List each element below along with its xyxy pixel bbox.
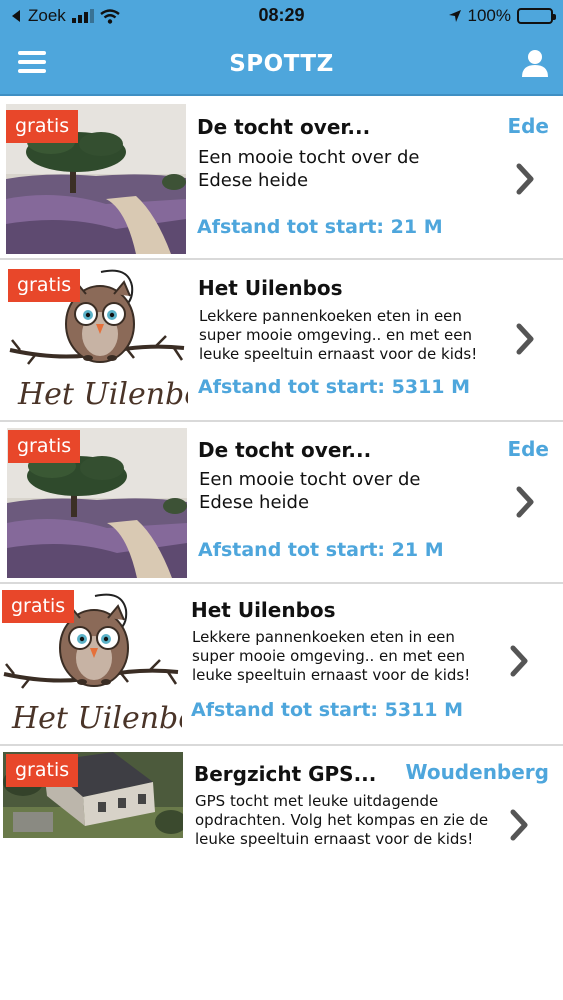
- chevron-right-icon[interactable]: [509, 644, 529, 678]
- item-distance: Afstand tot start: 5311 M: [198, 376, 471, 398]
- nav-bar: SPOTTZ: [0, 34, 563, 96]
- item-description: Een mooie tocht over de Edese heide: [198, 147, 420, 191]
- item-location: Ede: [507, 114, 549, 138]
- chevron-right-icon[interactable]: [509, 808, 529, 842]
- item-description: Lekkere pannenkoeken eten in een super m…: [199, 307, 478, 363]
- item-distance: Afstand tot start: 5311 M: [191, 699, 464, 721]
- list-item[interactable]: Het Uilenbos gratis Het Uilenbos Lekkere…: [0, 584, 563, 746]
- free-badge: gratis: [6, 110, 79, 143]
- app-title: SPOTTZ: [229, 51, 334, 77]
- item-title: Het Uilenbos: [198, 276, 343, 300]
- status-bar: Zoek 08:29 100%: [0, 0, 563, 34]
- logo-text: Het Uilenbos: [11, 701, 182, 736]
- logo-text: Het Uilenbos: [17, 377, 188, 412]
- item-description: Een mooie tocht over de Edese heide: [199, 469, 421, 513]
- item-title: De tocht over...: [197, 115, 371, 139]
- list-item[interactable]: gratis De tocht over... Ede Een mooie to…: [0, 422, 563, 584]
- item-title: Bergzicht GPS...: [194, 762, 377, 786]
- free-badge: gratis: [6, 754, 79, 787]
- free-badge: gratis: [8, 269, 81, 302]
- user-icon[interactable]: [521, 48, 549, 78]
- item-title: De tocht over...: [198, 438, 372, 462]
- item-location: Ede: [507, 437, 549, 461]
- status-right: 100%: [448, 6, 556, 26]
- item-location: Woudenberg: [405, 760, 549, 784]
- list-item[interactable]: gratis Bergzicht GPS... Woudenberg GPS t…: [0, 746, 563, 856]
- list-item[interactable]: gratis De tocht over... Ede Een mooie to…: [0, 98, 563, 260]
- list-item[interactable]: Het Uilenbos gratis Het Uilenbos Lekkere…: [0, 260, 563, 422]
- chevron-right-icon[interactable]: [515, 485, 535, 519]
- battery-icon: [517, 8, 556, 24]
- battery-percent: 100%: [467, 6, 511, 25]
- item-title: Het Uilenbos: [191, 598, 336, 622]
- chevron-right-icon[interactable]: [515, 162, 535, 196]
- free-badge: gratis: [2, 590, 75, 623]
- item-description: Lekkere pannenkoeken eten in een super m…: [192, 628, 471, 684]
- item-distance: Afstand tot start: 21 M: [197, 216, 443, 238]
- item-distance: Afstand tot start: 21 M: [198, 539, 444, 561]
- chevron-right-icon[interactable]: [515, 322, 535, 356]
- location-arrow-icon: [448, 10, 461, 22]
- item-description: GPS tocht met leuke uitdagende opdrachte…: [195, 792, 489, 848]
- free-badge: gratis: [8, 430, 81, 463]
